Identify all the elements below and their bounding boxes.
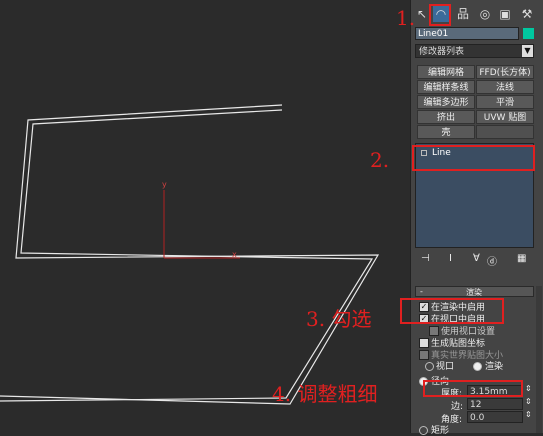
annotation-step2: 2. <box>370 148 390 172</box>
annotation-box-modify-tab <box>429 4 451 26</box>
renderer-radio[interactable] <box>473 362 482 371</box>
use-viewport-settings-checkbox[interactable] <box>429 326 439 336</box>
command-panel: ↖ ◠ 品 ◎ ▣ ⚒ Line01 修改器列表 ▼ 编辑网格 FFD(长方体)… <box>410 0 543 436</box>
rendering-rollout-title: 渲染 <box>466 288 482 297</box>
annotation-step1: 1. <box>396 6 416 30</box>
show-end-result-icon[interactable]: Ⅰ <box>449 253 452 264</box>
edit-poly-button[interactable]: 编辑多边形 <box>417 95 475 109</box>
pin-stack-icon[interactable]: ⊣ <box>421 253 430 264</box>
make-unique-icon[interactable]: ∀ <box>473 253 480 264</box>
angle-spinner-icon[interactable]: ⇕ <box>525 410 532 419</box>
object-name-field[interactable]: Line01 <box>415 27 519 40</box>
viewport-radio[interactable] <box>425 362 434 371</box>
sides-spinner-icon[interactable]: ⇕ <box>525 397 532 406</box>
rendering-rollout-header[interactable]: - 渲染 <box>415 286 534 297</box>
extrude-button[interactable]: 挤出 <box>417 110 475 124</box>
normal-button[interactable]: 法线 <box>476 80 534 94</box>
utilities-tab-icon[interactable]: ⚒ <box>519 6 535 22</box>
axis-x-label: x <box>232 250 237 259</box>
uvw-map-button[interactable]: UVW 贴图 <box>476 110 534 124</box>
line-shape <box>0 104 380 405</box>
viewport-radio-label: 视口 <box>436 362 455 372</box>
remove-modifier-icon[interactable]: ⓓ <box>487 253 497 268</box>
display-tab-icon[interactable]: ▣ <box>497 6 513 22</box>
smooth-button[interactable]: 平滑 <box>476 95 534 109</box>
annotation-step3: 3. 勾选 <box>306 307 372 331</box>
annotation-step4: 4. 调整粗细 <box>272 382 378 406</box>
modifier-list-dropdown[interactable]: 修改器列表 ▼ <box>415 44 534 58</box>
create-tab-icon[interactable]: ↖ <box>414 6 430 22</box>
motion-tab-icon[interactable]: ◎ <box>477 6 493 22</box>
empty-button <box>476 125 534 139</box>
object-color-swatch[interactable] <box>523 28 534 39</box>
modifier-list-label: 修改器列表 <box>419 47 465 57</box>
gen-mapping-coords-checkbox[interactable] <box>419 338 429 348</box>
axis-y-label: y <box>162 180 167 189</box>
annotation-box-stack <box>412 145 535 171</box>
edit-mesh-button[interactable]: 编辑网格 <box>417 65 475 79</box>
rectangular-radio[interactable] <box>419 426 428 435</box>
configure-modifier-sets-icon[interactable]: ▦ <box>517 253 526 264</box>
shell-button[interactable]: 壳 <box>417 125 475 139</box>
edit-spline-button[interactable]: 编辑样条线 <box>417 80 475 94</box>
stack-toolbar: ⊣ Ⅰ ∀ ⓓ ▦ <box>415 252 534 268</box>
sides-label: 边: <box>451 402 464 412</box>
viewport[interactable]: y x <box>0 0 410 433</box>
hierarchy-tab-icon[interactable]: 品 <box>455 6 471 22</box>
thickness-spinner-icon[interactable]: ⇕ <box>525 384 532 393</box>
chevron-down-icon: ▼ <box>522 45 533 57</box>
rectangular-label: 矩形 <box>431 426 450 436</box>
ffd-box-button[interactable]: FFD(长方体) <box>476 65 534 79</box>
annotation-box-thickness <box>423 380 523 397</box>
angle-input[interactable]: 0.0 <box>467 411 523 423</box>
renderer-radio-label: 渲染 <box>485 362 504 372</box>
panel-scrollbar[interactable] <box>536 286 542 433</box>
collapse-icon: - <box>420 287 423 296</box>
sides-input[interactable]: 12 <box>467 398 523 410</box>
annotation-box-checkboxes <box>400 298 504 324</box>
real-world-map-size-checkbox[interactable] <box>419 350 429 360</box>
